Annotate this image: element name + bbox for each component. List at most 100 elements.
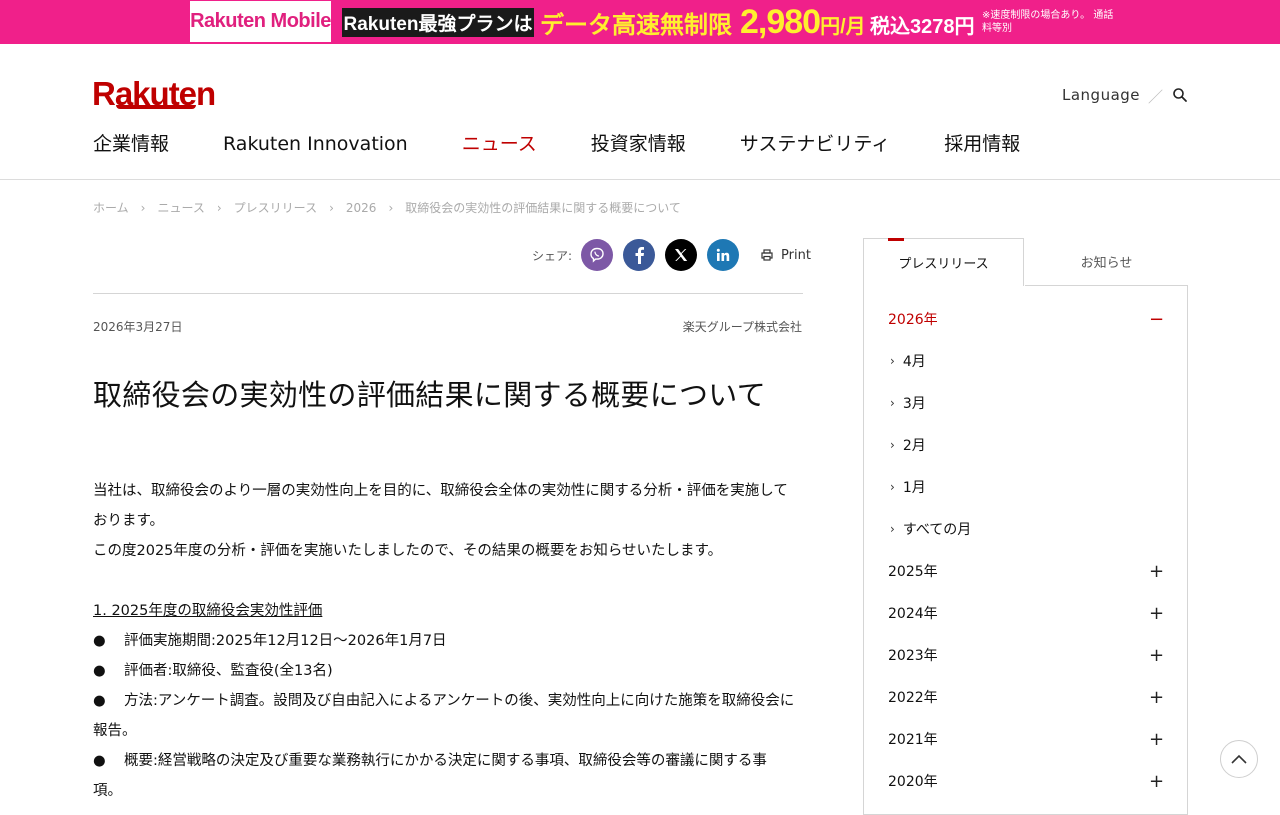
chevron-right-icon: › xyxy=(890,354,895,368)
banner-copy-main: データ高速無制限 xyxy=(540,12,732,39)
chevron-right-icon: › xyxy=(890,438,895,452)
share-label: シェア: xyxy=(532,248,573,263)
month-label: 4月 xyxy=(902,354,926,370)
year-label: 2025年 xyxy=(888,564,938,580)
breadcrumb-current: 取締役会の実効性の評価結果に関する概要について xyxy=(405,201,681,215)
nav-sustainability[interactable]: サステナビリティ xyxy=(740,130,890,158)
paragraph-line: おります。 xyxy=(93,513,165,529)
list-item: ● 方法:アンケート調査。設問及び自由記入によるアンケートの後、実効性向上に向け… xyxy=(93,686,805,716)
list-item-text: 評価者:取締役、監査役(全13名) xyxy=(124,663,333,679)
nav-corporate[interactable]: 企業情報 xyxy=(93,130,169,158)
print-button[interactable]: Print xyxy=(761,248,811,263)
divider-slash: ／ xyxy=(1148,88,1164,106)
year-label: 2021年 xyxy=(888,732,938,748)
minus-icon: − xyxy=(1149,308,1165,330)
month-label: 3月 xyxy=(902,396,926,412)
breadcrumb-press[interactable]: プレスリリース xyxy=(234,199,317,216)
plus-icon: + xyxy=(1149,560,1165,582)
month-label: 1月 xyxy=(902,480,926,496)
year-toggle-2026[interactable]: 2026年 − xyxy=(888,307,1165,331)
month-link[interactable]: › 1月 xyxy=(890,475,926,499)
year-toggle[interactable]: 2021年 + xyxy=(888,727,1165,751)
share-bar: シェア: Print xyxy=(532,239,811,271)
month-label: 2月 xyxy=(902,438,926,454)
list-item-text: 概要:経営戦略の決定及び重要な業務執行にかかる決定に関する事項、取締役会等の審議… xyxy=(124,753,767,769)
facebook-icon[interactable] xyxy=(623,239,656,271)
year-label: 2024年 xyxy=(888,606,938,622)
month-link[interactable]: › 2月 xyxy=(890,433,926,457)
banner-copy: データ高速無制限 2,980 円/月 xyxy=(540,2,866,42)
list-item: ● 概要:経営戦略の決定及び重要な業務執行にかかる決定に関する事項、取締役会等の… xyxy=(93,746,805,776)
list-item: ● 評価実施期間:2025年12月12日～2026年1月7日 xyxy=(93,626,805,656)
banner-tax: 税込3278円 xyxy=(870,16,975,38)
year-toggle[interactable]: 2025年 + xyxy=(888,559,1165,583)
bullet-icon: ● xyxy=(93,633,106,649)
breadcrumb-news[interactable]: ニュース xyxy=(157,199,204,216)
year-toggle[interactable]: 2023年 + xyxy=(888,643,1165,667)
paragraph-line: 当社は、取締役会のより一層の実効性向上を目的に、取締役会全体の実効性に関する分析… xyxy=(93,483,788,499)
month-label: すべての月 xyxy=(902,522,972,538)
back-to-top-button[interactable] xyxy=(1220,740,1258,778)
year-toggle[interactable]: 2022年 + xyxy=(888,685,1165,709)
banner-plan: Rakuten最強プランは xyxy=(342,8,534,37)
month-link-all[interactable]: › すべての月 xyxy=(890,517,971,541)
year-toggle[interactable]: 2024年 + xyxy=(888,601,1165,625)
print-label: Print xyxy=(781,247,811,263)
year-label: 2022年 xyxy=(888,690,938,706)
nav-innovation[interactable]: Rakuten Innovation xyxy=(223,130,408,158)
month-link[interactable]: › 3月 xyxy=(890,391,926,415)
chevron-right-icon: › xyxy=(140,200,146,215)
breadcrumb-home[interactable]: ホーム xyxy=(93,199,129,216)
banner-per-month: 円/月 xyxy=(820,16,866,38)
chevron-right-icon: › xyxy=(890,396,895,410)
linkedin-icon[interactable] xyxy=(707,239,740,271)
chevron-right-icon: › xyxy=(329,200,334,215)
plus-icon: + xyxy=(1149,770,1165,792)
list-item-continuation: 項。 xyxy=(93,783,122,799)
article-divider xyxy=(93,293,803,294)
chevron-up-icon xyxy=(1231,754,1247,764)
list-item: ● 評価者:取締役、監査役(全13名) xyxy=(93,656,805,686)
language-link[interactable]: Language xyxy=(1062,86,1140,104)
article-date: 2026年3月27日 xyxy=(93,320,183,334)
banner-price: 2,980 xyxy=(740,3,821,41)
chevron-right-icon: › xyxy=(890,480,895,494)
page-title: 取締役会の実効性の評価結果に関する概要について xyxy=(93,378,767,412)
list-item-text: 評価実施期間:2025年12月12日～2026年1月7日 xyxy=(124,633,447,649)
breadcrumb: ホーム › ニュース › プレスリリース › 2026 › 取締役会の実効性の評… xyxy=(93,199,681,216)
nav-careers[interactable]: 採用情報 xyxy=(944,130,1020,158)
tab-press-release[interactable]: プレスリリース xyxy=(863,238,1024,286)
section-heading: 1. 2025年度の取締役会実効性評価 xyxy=(93,603,323,619)
search-icon[interactable] xyxy=(1172,87,1188,103)
article-company: 楽天グループ株式会社 xyxy=(682,320,802,334)
banner-note: ※速度制限の場合あり。 通話料等別 xyxy=(982,10,1114,34)
year-label: 2023年 xyxy=(888,648,938,664)
month-link[interactable]: › 4月 xyxy=(890,349,926,373)
year-label: 2026年 xyxy=(888,312,938,328)
year-toggle[interactable]: 2020年 + xyxy=(888,769,1165,793)
x-icon[interactable] xyxy=(665,239,698,271)
plus-icon: + xyxy=(1149,728,1165,750)
plus-icon: + xyxy=(1149,686,1165,708)
list-item-text: 方法:アンケート調査。設問及び自由記入によるアンケートの後、実効性向上に向けた施… xyxy=(124,693,795,709)
promo-banner[interactable]: Rakuten Mobile Rakuten最強プランは データ高速無制限 2,… xyxy=(0,0,1280,44)
tab-notices[interactable]: お知らせ xyxy=(1025,238,1188,286)
list-item-continuation: 報告。 xyxy=(93,723,137,739)
bullet-icon: ● xyxy=(93,663,106,679)
bullet-icon: ● xyxy=(93,693,106,709)
plus-icon: + xyxy=(1149,602,1165,624)
breadcrumb-year[interactable]: 2026 xyxy=(346,201,377,215)
plus-icon: + xyxy=(1149,644,1165,666)
viber-icon[interactable] xyxy=(581,239,614,271)
banner-logo: Rakuten Mobile xyxy=(190,1,331,42)
article-body: 当社は、取締役会のより一層の実効性向上を目的に、取締役会全体の実効性に関する分析… xyxy=(93,476,805,806)
active-tab-marker xyxy=(888,238,904,241)
main-nav: 企業情報 Rakuten Innovation ニュース 投資家情報 サステナビ… xyxy=(93,130,1074,158)
logo-swoosh xyxy=(116,105,196,109)
nav-news[interactable]: ニュース xyxy=(462,130,537,158)
paragraph-line: この度2025年度の分析・評価を実施いたしましたので、その結果の概要をお知らせい… xyxy=(93,543,723,559)
printer-icon xyxy=(761,249,773,261)
nav-investors[interactable]: 投資家情報 xyxy=(591,130,686,158)
year-label: 2020年 xyxy=(888,774,938,790)
